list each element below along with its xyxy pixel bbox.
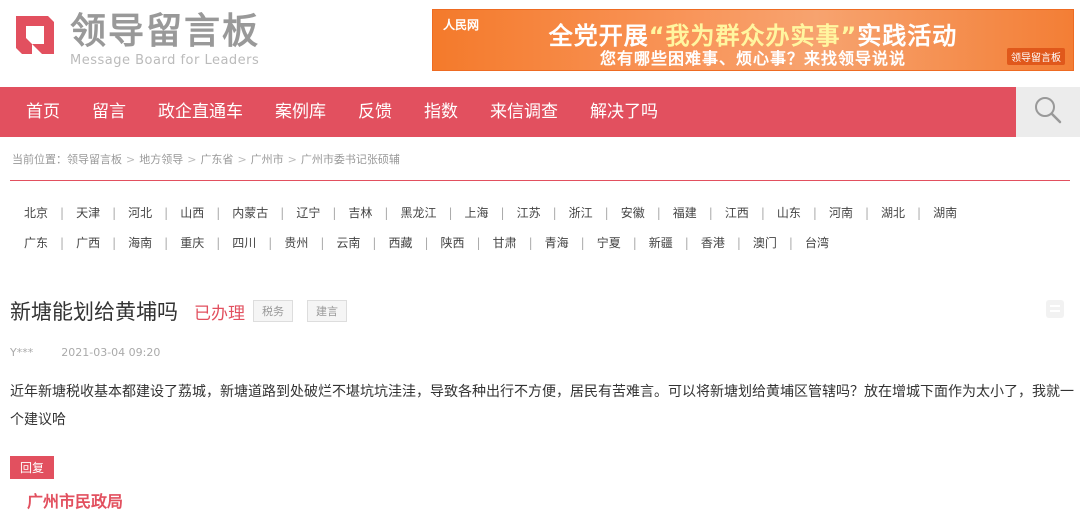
breadcrumb-item[interactable]: 广东省: [200, 151, 233, 167]
message-author: Y***: [10, 346, 34, 359]
province-link[interactable]: 山东: [765, 204, 813, 221]
category-tag[interactable]: 税务: [253, 300, 293, 322]
province-link[interactable]: 台湾: [793, 234, 841, 251]
breadcrumb-label: 当前位置：: [12, 153, 67, 166]
province-link[interactable]: 青海: [533, 234, 581, 251]
site-logo[interactable]: 领导留言板 Message Board for Leaders: [10, 10, 260, 68]
province-link[interactable]: 贵州: [272, 234, 320, 251]
province-link[interactable]: 云南: [324, 234, 372, 251]
breadcrumb: 当前位置： 领导留言板 > 地方领导 > 广东省 > 广州市 > 广州市委书记张…: [12, 151, 400, 167]
search-button[interactable]: [1016, 87, 1080, 137]
province-list-row-1: 北京 | 天津 | 河北 | 山西 | 内蒙古 | 辽宁 | 吉林 | 黑龙江 | 上海 | 江苏 | 浙江 | 安徽 | 福建…: [12, 204, 969, 221]
breadcrumb-item-current[interactable]: 广州市委书记张硕辅: [301, 151, 400, 167]
status-badge: 已办理: [194, 303, 245, 324]
province-link[interactable]: 山西: [168, 204, 216, 221]
breadcrumb-item[interactable]: 领导留言板: [67, 151, 122, 167]
nav-item-feedback[interactable]: 反馈: [342, 87, 408, 137]
search-icon: [1033, 95, 1063, 129]
message-title-row: 新塘能划给黄埔吗 已办理 税务 建言: [10, 296, 347, 326]
province-link[interactable]: 浙江: [557, 204, 605, 221]
province-link[interactable]: 辽宁: [284, 204, 332, 221]
nav-item-survey[interactable]: 来信调查: [474, 87, 574, 137]
province-link[interactable]: 海南: [116, 234, 164, 251]
province-link[interactable]: 陕西: [429, 234, 477, 251]
province-link[interactable]: 北京: [12, 204, 60, 221]
province-link[interactable]: 上海: [453, 204, 501, 221]
province-link[interactable]: 湖南: [921, 204, 969, 221]
province-list-row-2: 广东 | 广西 | 海南 | 重庆 | 四川 | 贵州 | 云南 | 西藏 | 陕西 | 甘肃 | 青海 | 宁夏 | 新疆 | 香…: [12, 234, 841, 251]
nav-item-resolved[interactable]: 解决了吗: [574, 87, 674, 137]
share-icon[interactable]: [1040, 296, 1070, 322]
province-link[interactable]: 广西: [64, 234, 112, 251]
province-link[interactable]: 福建: [661, 204, 709, 221]
province-link[interactable]: 宁夏: [585, 234, 633, 251]
nav-item-enterprise[interactable]: 政企直通车: [142, 87, 259, 137]
province-link[interactable]: 澳门: [741, 234, 789, 251]
province-link[interactable]: 甘肃: [481, 234, 529, 251]
nav-item-index[interactable]: 指数: [408, 87, 474, 137]
province-link[interactable]: 湖北: [869, 204, 917, 221]
type-tag[interactable]: 建言: [307, 300, 347, 322]
logo-subtitle: Message Board for Leaders: [70, 53, 260, 68]
site-header: 领导留言板 Message Board for Leaders 人民网 全党开展…: [0, 0, 1080, 86]
breadcrumb-separator: >: [287, 152, 297, 166]
logo-icon: [10, 10, 60, 60]
province-link[interactable]: 香港: [689, 234, 737, 251]
nav-item-home[interactable]: 首页: [10, 87, 76, 137]
reply-label: 回复: [10, 456, 55, 479]
section-divider: [10, 180, 1070, 181]
breadcrumb-item[interactable]: 广州市: [251, 151, 284, 167]
province-link[interactable]: 四川: [220, 234, 268, 251]
breadcrumb-separator: >: [237, 152, 247, 166]
province-link[interactable]: 重庆: [168, 234, 216, 251]
message-title: 新塘能划给黄埔吗: [10, 300, 178, 324]
main-nav: 首页 留言 政企直通车 案例库 反馈 指数 来信调查 解决了吗: [0, 87, 1080, 137]
province-link[interactable]: 河北: [116, 204, 164, 221]
banner-badge: 领导留言板: [1007, 48, 1065, 65]
campaign-banner[interactable]: 人民网 全党开展“我为群众办实事”实践活动 您有哪些困难事、烦心事？来找领导说说…: [432, 9, 1074, 71]
province-link[interactable]: 江苏: [505, 204, 553, 221]
province-link[interactable]: 江西: [713, 204, 761, 221]
province-link[interactable]: 黑龙江: [388, 204, 448, 221]
province-link[interactable]: 天津: [64, 204, 112, 221]
message-meta: Y*** 2021-03-04 09:20: [10, 346, 160, 359]
breadcrumb-separator: >: [126, 152, 136, 166]
province-link[interactable]: 吉林: [336, 204, 384, 221]
message-date: 2021-03-04 09:20: [61, 346, 161, 359]
province-link[interactable]: 西藏: [376, 234, 424, 251]
message-content: 近年新塘税收基本都建设了荔城，新塘道路到处破烂不堪坑坑洼洼，导致各种出行不方便，…: [10, 384, 1074, 428]
nav-item-message[interactable]: 留言: [76, 87, 142, 137]
province-link[interactable]: 内蒙古: [220, 204, 280, 221]
province-link[interactable]: 广东: [12, 234, 60, 251]
breadcrumb-separator: >: [187, 152, 197, 166]
logo-title: 领导留言板: [70, 11, 261, 52]
breadcrumb-item[interactable]: 地方领导: [139, 151, 183, 167]
province-link[interactable]: 新疆: [637, 234, 685, 251]
province-link[interactable]: 河南: [817, 204, 865, 221]
nav-item-cases[interactable]: 案例库: [259, 87, 342, 137]
banner-subline: 您有哪些困难事、烦心事？来找领导说说: [599, 49, 906, 68]
province-link[interactable]: 安徽: [609, 204, 657, 221]
reply-department: 广州市民政局: [27, 492, 124, 511]
